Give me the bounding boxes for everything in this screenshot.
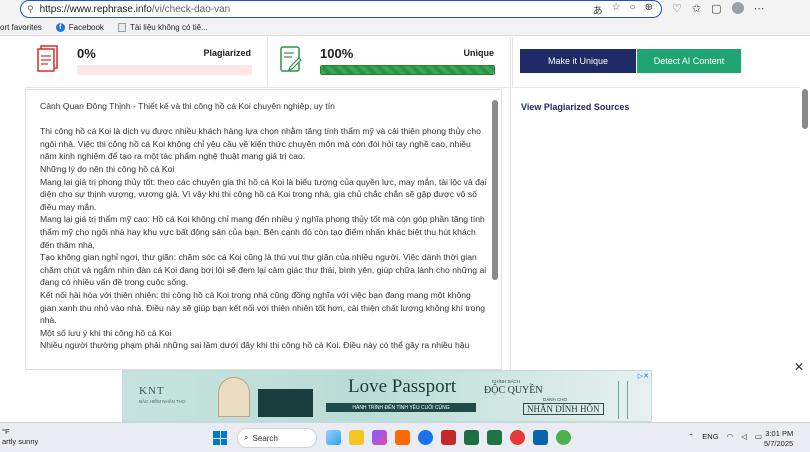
weather-widget[interactable]: °F artly sunny	[2, 427, 38, 447]
ad-choices-icon[interactable]: ▷✕	[638, 372, 649, 380]
volume-icon[interactable]: ◁	[741, 432, 747, 441]
outlook-icon[interactable]	[533, 430, 548, 445]
search-icon: ⌕	[244, 433, 249, 442]
app-icon[interactable]	[556, 430, 571, 445]
bookmark-favorites[interactable]: ort favorites	[0, 23, 42, 32]
ad-title: Love Passport	[348, 376, 457, 397]
checked-text-panel[interactable]: Cảnh Quan Đông Thịnh - Thiết kế và thi c…	[25, 89, 502, 370]
windows-taskbar: °F artly sunny ⌕ Search ⌃ ENG ◠ ◁ ▭ 3:01…	[0, 422, 810, 452]
collections-icon[interactable]: ⊕	[645, 2, 653, 17]
url-text[interactable]: https://www.rephrase.info/vi/check-dao-v…	[40, 4, 231, 15]
battery-icon[interactable]: ▭	[755, 432, 762, 441]
unique-percent: 100%	[320, 46, 354, 61]
unique-stat: 100% Unique	[268, 37, 511, 87]
plagiarized-percent: 0%	[77, 46, 96, 61]
ad-brand: KNT	[139, 385, 165, 397]
add-favorite-icon[interactable]: ☆	[612, 2, 621, 17]
plagiarized-stat: 0% Plagiarized	[25, 37, 268, 87]
bookmarks-bar: ort favorites f Facebook Tài liệu không c…	[0, 20, 810, 36]
ad-band: HÀNH TRÌNH ĐẾN TÌNH YÊU CUỐI CÙNG	[326, 403, 476, 412]
excel-icon[interactable]	[487, 430, 502, 445]
section-divider	[25, 87, 800, 88]
favorites-icon[interactable]: ✩	[692, 2, 701, 15]
bookmark-facebook[interactable]: f Facebook	[55, 23, 104, 32]
text-scrollbar[interactable]	[492, 100, 498, 280]
document-icon	[117, 23, 126, 32]
ad-close-icon[interactable]: ✕	[794, 360, 804, 374]
copilot-icon[interactable]	[372, 430, 387, 445]
ad-brand-sub: BẢO HIỂM NHÂN THỌ	[139, 399, 186, 404]
action-buttons: Make it Unique Detect AI Content	[512, 37, 800, 87]
widgets-app-icon[interactable]	[326, 430, 341, 445]
ad-strip: ✕ KNT BẢO HIỂM NHÂN THỌ Love Passport HÀ…	[0, 360, 810, 422]
chrome-icon[interactable]	[510, 430, 525, 445]
advertisement-banner[interactable]: KNT BẢO HIỂM NHÂN THỌ Love Passport HÀNH…	[122, 370, 652, 422]
tray-overflow-icon[interactable]: ⌃	[688, 432, 694, 441]
system-tray: ⌃ ENG ◠ ◁ ▭	[688, 432, 762, 441]
plagiarized-label: Plagiarized	[203, 48, 251, 58]
sources-panel: View Plagiarized Sources	[510, 89, 800, 370]
more-menu-icon[interactable]: ⋯	[754, 2, 765, 15]
taskbar-search[interactable]: ⌕ Search	[237, 428, 317, 448]
plagiarized-progress	[77, 65, 252, 75]
plagiarized-document-icon	[37, 45, 58, 72]
file-explorer-icon[interactable]	[349, 430, 364, 445]
site-info-icon[interactable]: ⚲	[27, 4, 34, 15]
circle-icon[interactable]: ○	[630, 2, 636, 17]
detect-ai-button[interactable]: Detect AI Content	[637, 49, 741, 73]
browser-toolbar: ⚲ https://www.rephrase.info/vi/check-dao…	[0, 0, 810, 20]
facebook-icon: f	[55, 23, 65, 32]
browser-essentials-icon[interactable]: ♡	[672, 2, 682, 15]
bookmark-document[interactable]: Tài liệu không có tiê...	[117, 23, 208, 32]
ad-big-text-1: ĐỘC QUYỀN	[484, 385, 543, 396]
ad-arch-image	[218, 377, 250, 417]
app-icon[interactable]	[441, 430, 456, 445]
excel-icon[interactable]	[464, 430, 479, 445]
omnibox-actions: あ ☆ ○ ⊕	[593, 2, 653, 17]
toolbar-icons: ♡ ✩ ▢ ⋯	[672, 2, 765, 15]
wifi-icon[interactable]: ◠	[727, 432, 734, 441]
pinned-apps	[326, 430, 571, 445]
ad-small-text-1: CHÍNH SÁCH	[492, 379, 521, 384]
address-bar[interactable]: ⚲ https://www.rephrase.info/vi/check-dao…	[20, 0, 662, 18]
make-unique-button[interactable]: Make it Unique	[520, 49, 636, 73]
page-content: 0% Plagiarized 100% Unique Make it Uniqu…	[0, 37, 810, 370]
unique-document-icon	[280, 46, 302, 72]
view-sources-link[interactable]: View Plagiarized Sources	[521, 102, 629, 112]
ad-tower-image	[618, 381, 628, 419]
results-stats: 0% Plagiarized 100% Unique	[25, 37, 511, 87]
collections-toolbar-icon[interactable]: ▢	[711, 2, 721, 15]
language-indicator[interactable]: ENG	[702, 432, 718, 441]
ad-big-text-2: NHÂN DÍNH HÔN	[523, 403, 604, 415]
unique-label: Unique	[463, 48, 495, 58]
edge-icon[interactable]	[418, 430, 433, 445]
ad-cards-image	[258, 389, 313, 417]
unique-progress-fill	[321, 66, 494, 74]
clock[interactable]: 3:01 PM 5/7/2025	[764, 429, 793, 449]
unique-progress	[320, 65, 495, 75]
read-aloud-icon[interactable]: あ	[593, 2, 603, 17]
profile-avatar[interactable]	[731, 2, 744, 14]
checked-text: Cảnh Quan Đông Thịnh - Thiết kế và thi c…	[40, 101, 487, 351]
app-icon[interactable]	[395, 430, 410, 445]
page-scrollbar[interactable]	[802, 89, 808, 129]
start-button[interactable]	[213, 431, 227, 445]
ad-small-text-2: DÀNH CHO	[543, 397, 568, 402]
